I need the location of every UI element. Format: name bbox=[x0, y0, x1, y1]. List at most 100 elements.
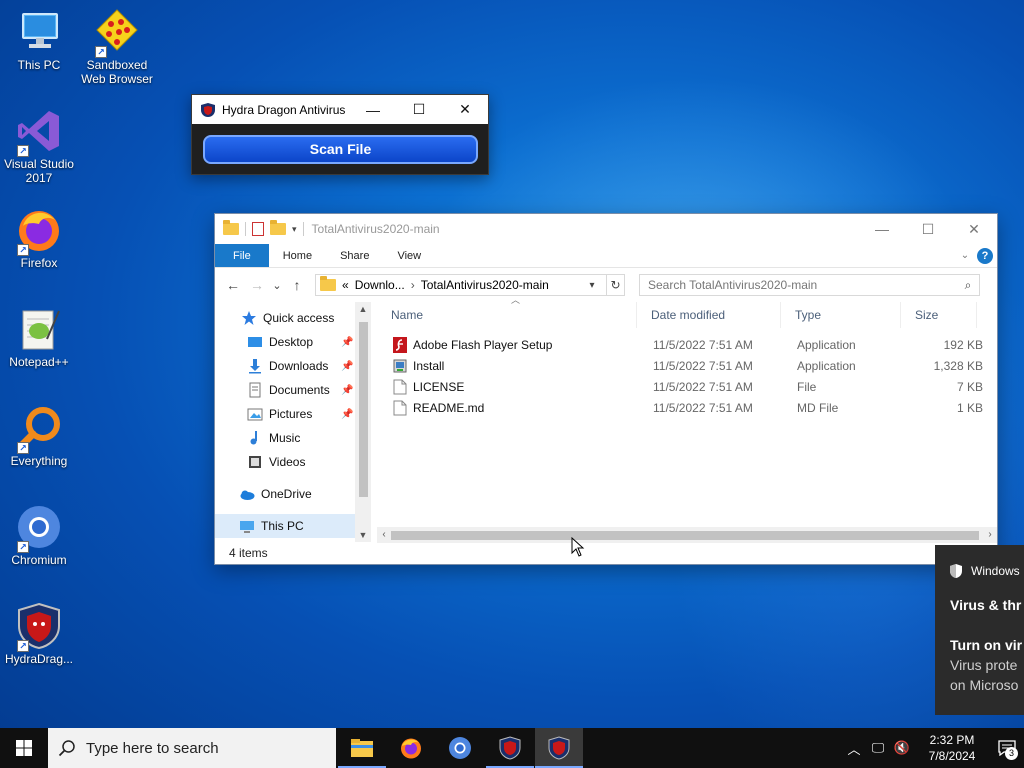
horizontal-scrollbar[interactable]: ‹ › bbox=[377, 527, 997, 543]
volume-muted-icon[interactable]: 🔇 bbox=[890, 740, 914, 756]
file-size: 7 KB bbox=[956, 379, 983, 394]
expand-ribbon-icon[interactable]: ⌄ bbox=[953, 244, 977, 267]
taskbar-app-chromium[interactable] bbox=[436, 728, 484, 768]
up-button[interactable]: ↑ bbox=[285, 277, 309, 293]
customize-toolbar-icon[interactable]: ▾ bbox=[292, 224, 297, 235]
breadcrumb-current[interactable]: TotalAntivirus2020-main bbox=[421, 278, 549, 292]
taskbar-app-file-explorer[interactable] bbox=[338, 728, 386, 768]
show-hidden-icons-chevron-icon[interactable]: ︿ bbox=[842, 739, 866, 758]
column-date-modified[interactable]: Date modified bbox=[637, 302, 781, 328]
file-size: 1 KB bbox=[956, 400, 983, 415]
taskbar-app-hydra-dragon[interactable] bbox=[486, 728, 534, 768]
nav-item-this-pc[interactable]: This PC bbox=[215, 514, 371, 538]
file-name: Adobe Flash Player Setup bbox=[413, 337, 553, 352]
nav-item-desktop[interactable]: Desktop 📌 bbox=[215, 330, 371, 354]
scrollbar-thumb[interactable] bbox=[359, 322, 368, 497]
breadcrumb-downloads[interactable]: Downlo... bbox=[355, 278, 405, 292]
scroll-right-icon[interactable]: › bbox=[983, 527, 997, 543]
file-type: Application bbox=[797, 358, 856, 373]
scrollbar-thumb[interactable] bbox=[391, 531, 979, 540]
tab-home[interactable]: Home bbox=[269, 244, 326, 267]
everything-icon: ↗ bbox=[15, 404, 63, 454]
column-type[interactable]: Type bbox=[781, 302, 901, 328]
address-dropdown-icon[interactable]: ▾ bbox=[584, 280, 600, 291]
nav-item-videos[interactable]: Videos bbox=[215, 450, 371, 474]
taskbar-app-hydra-dragon-window[interactable] bbox=[535, 728, 583, 768]
taskbar-app-firefox[interactable] bbox=[387, 728, 435, 768]
maximize-button[interactable]: ☐ bbox=[905, 215, 951, 244]
desktop-icon-sandboxed-browser[interactable]: ↗ Sandboxed Web Browser bbox=[79, 8, 155, 86]
column-name[interactable]: Name bbox=[377, 302, 637, 328]
file-row[interactable]: Install 11/5/2022 7:51 AM Application 1,… bbox=[377, 355, 997, 376]
desktop-icon-hydra-dragon[interactable]: ↗ HydraDrag... bbox=[1, 602, 77, 666]
forward-button[interactable]: → bbox=[245, 277, 269, 293]
hydra-dragon-icon: ↗ bbox=[15, 602, 63, 652]
file-row[interactable]: LICENSE 11/5/2022 7:51 AM File 7 KB bbox=[377, 376, 997, 397]
scan-file-button[interactable]: Scan File bbox=[203, 135, 478, 164]
nav-item-music[interactable]: Music bbox=[215, 426, 371, 450]
address-overflow[interactable]: « bbox=[342, 278, 349, 292]
start-button[interactable] bbox=[0, 728, 48, 768]
desktop-icon-this-pc[interactable]: This PC bbox=[1, 8, 77, 72]
search-input[interactable]: Search TotalAntivirus2020-main ⌕ bbox=[639, 274, 980, 296]
desktop-icon-chromium[interactable]: ↗ Chromium bbox=[1, 503, 77, 567]
desktop-icon-visual-studio[interactable]: ↗ Visual Studio 2017 bbox=[1, 107, 77, 185]
file-date: 11/5/2022 7:51 AM bbox=[653, 379, 753, 394]
desktop-icon-notepadpp[interactable]: Notepad++ bbox=[1, 305, 77, 369]
nav-item-onedrive[interactable]: OneDrive bbox=[215, 482, 371, 506]
file-type: MD File bbox=[797, 400, 839, 415]
back-button[interactable]: ← bbox=[221, 277, 245, 293]
minimize-button[interactable]: — bbox=[350, 95, 396, 124]
minimize-button[interactable]: — bbox=[859, 215, 905, 244]
sandboxie-icon: ↗ bbox=[93, 8, 141, 58]
scroll-down-icon[interactable]: ▼ bbox=[355, 530, 371, 540]
tab-share[interactable]: Share bbox=[326, 244, 383, 267]
nav-item-pictures[interactable]: Pictures 📌 bbox=[215, 402, 371, 426]
clock[interactable]: 2:32 PM 7/8/2024 bbox=[914, 732, 990, 764]
hydra-title-bar[interactable]: Hydra Dragon Antivirus — ☐ ✕ bbox=[192, 95, 488, 124]
explorer-title-bar[interactable]: ▾ TotalAntivirus2020-main — ☐ ✕ bbox=[215, 214, 997, 244]
security-notification-toast[interactable]: Windows Virus & thr Turn on vir Virus pr… bbox=[935, 545, 1024, 715]
refresh-icon[interactable]: ↻ bbox=[606, 275, 624, 295]
hydra-window-title: Hydra Dragon Antivirus bbox=[222, 102, 346, 117]
file-row[interactable]: README.md 11/5/2022 7:51 AM MD File 1 KB bbox=[377, 397, 997, 418]
new-folder-icon[interactable] bbox=[270, 220, 286, 235]
file-icon bbox=[393, 379, 407, 395]
desktop-icon-firefox[interactable]: ↗ Firefox bbox=[1, 206, 77, 270]
taskbar: Type here to search ︿ 🖵 🔇 2:32 PM 7/8/20… bbox=[0, 728, 1024, 768]
music-note-icon bbox=[247, 430, 263, 446]
notification-count-badge: 3 bbox=[1005, 747, 1018, 760]
hydra-dragon-icon bbox=[499, 736, 521, 760]
close-button[interactable]: ✕ bbox=[442, 95, 488, 124]
nav-item-documents[interactable]: Documents 📌 bbox=[215, 378, 371, 402]
file-icon bbox=[393, 400, 407, 416]
close-button[interactable]: ✕ bbox=[951, 215, 997, 244]
action-center-button[interactable]: 3 bbox=[990, 728, 1024, 768]
firefox-icon: ↗ bbox=[15, 206, 63, 256]
tab-view[interactable]: View bbox=[383, 244, 435, 267]
scroll-up-icon[interactable]: ▲ bbox=[355, 304, 371, 314]
desktop-icon-everything[interactable]: ↗ Everything bbox=[1, 404, 77, 468]
file-list: ︿ Name Date modified Type Size Adobe Fla… bbox=[377, 295, 997, 543]
properties-icon[interactable] bbox=[252, 222, 264, 236]
recent-locations-button[interactable]: ⌄ bbox=[269, 279, 285, 292]
address-bar[interactable]: « Downlo... › TotalAntivirus2020-main ▾ … bbox=[315, 274, 625, 296]
nav-item-downloads[interactable]: Downloads 📌 bbox=[215, 354, 371, 378]
nav-item-quick-access[interactable]: Quick access bbox=[215, 306, 371, 330]
column-size[interactable]: Size bbox=[901, 302, 977, 328]
network-icon[interactable]: 🖵 bbox=[866, 740, 890, 756]
scroll-left-icon[interactable]: ‹ bbox=[377, 527, 391, 543]
maximize-button[interactable]: ☐ bbox=[396, 95, 442, 124]
shortcut-arrow-icon: ↗ bbox=[17, 442, 29, 454]
pin-icon: 📌 bbox=[341, 384, 354, 396]
folder-icon bbox=[320, 276, 336, 291]
installer-icon bbox=[393, 358, 407, 374]
clock-date: 7/8/2024 bbox=[928, 749, 976, 763]
nav-pane-scrollbar[interactable]: ▲ ▼ bbox=[355, 302, 371, 542]
help-icon[interactable]: ? bbox=[977, 248, 993, 264]
desktop-icon-label: HydraDrag... bbox=[4, 652, 74, 666]
taskbar-search-input[interactable]: Type here to search bbox=[48, 728, 336, 768]
desktop-icon-label: This PC bbox=[17, 58, 61, 72]
file-row[interactable]: Adobe Flash Player Setup 11/5/2022 7:51 … bbox=[377, 334, 997, 355]
tab-file[interactable]: File bbox=[215, 244, 269, 267]
